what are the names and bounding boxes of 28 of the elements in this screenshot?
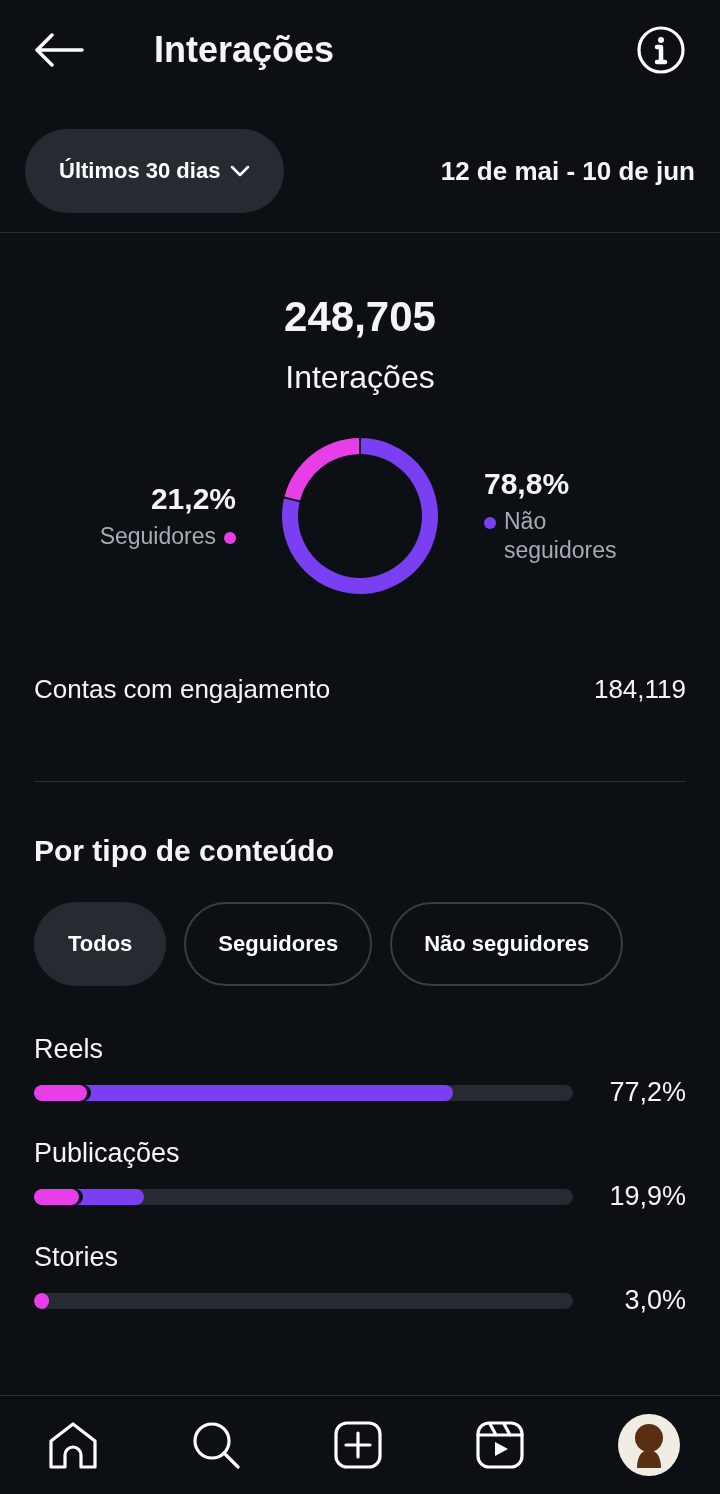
filter-chip[interactable]: Seguidores xyxy=(184,902,373,986)
engaged-value: 184,119 xyxy=(593,674,686,705)
reels-icon[interactable] xyxy=(476,1421,524,1469)
engaged-label: Contas com engajamento xyxy=(34,674,331,705)
content-type-label: Stories xyxy=(34,1242,120,1273)
section-title: Por tipo de conteúdo xyxy=(34,834,335,868)
create-icon[interactable] xyxy=(334,1421,382,1469)
content-type-label: Reels xyxy=(34,1034,105,1065)
filter-chip[interactable]: Todos xyxy=(34,902,167,986)
info-icon[interactable] xyxy=(636,25,686,75)
home-icon[interactable] xyxy=(48,1421,98,1469)
total-interactions: 248,705 xyxy=(283,293,437,341)
content-type-label: Publicações xyxy=(34,1138,181,1169)
filter-chip[interactable]: Não seguidores xyxy=(390,902,624,986)
search-icon[interactable] xyxy=(192,1421,240,1469)
back-button[interactable] xyxy=(34,33,84,67)
percent-value: 3,0% xyxy=(623,1285,686,1316)
page-title: Interações xyxy=(154,29,336,71)
total-label: Interações xyxy=(284,359,436,396)
chevron-down-icon xyxy=(230,165,251,177)
date-range: 12 de mai - 10 de jun xyxy=(440,155,695,187)
percent-value: 78,8% xyxy=(484,467,570,501)
percent-value: 19,9% xyxy=(608,1181,686,1212)
legend-label: Seguidores xyxy=(99,521,216,551)
percent-value: 21,2% xyxy=(150,481,236,516)
period-dropdown[interactable]: Últimos 30 dias xyxy=(25,129,285,213)
legend-label: Não seguidores xyxy=(504,507,618,565)
percent-value: 77,2% xyxy=(608,1077,686,1108)
